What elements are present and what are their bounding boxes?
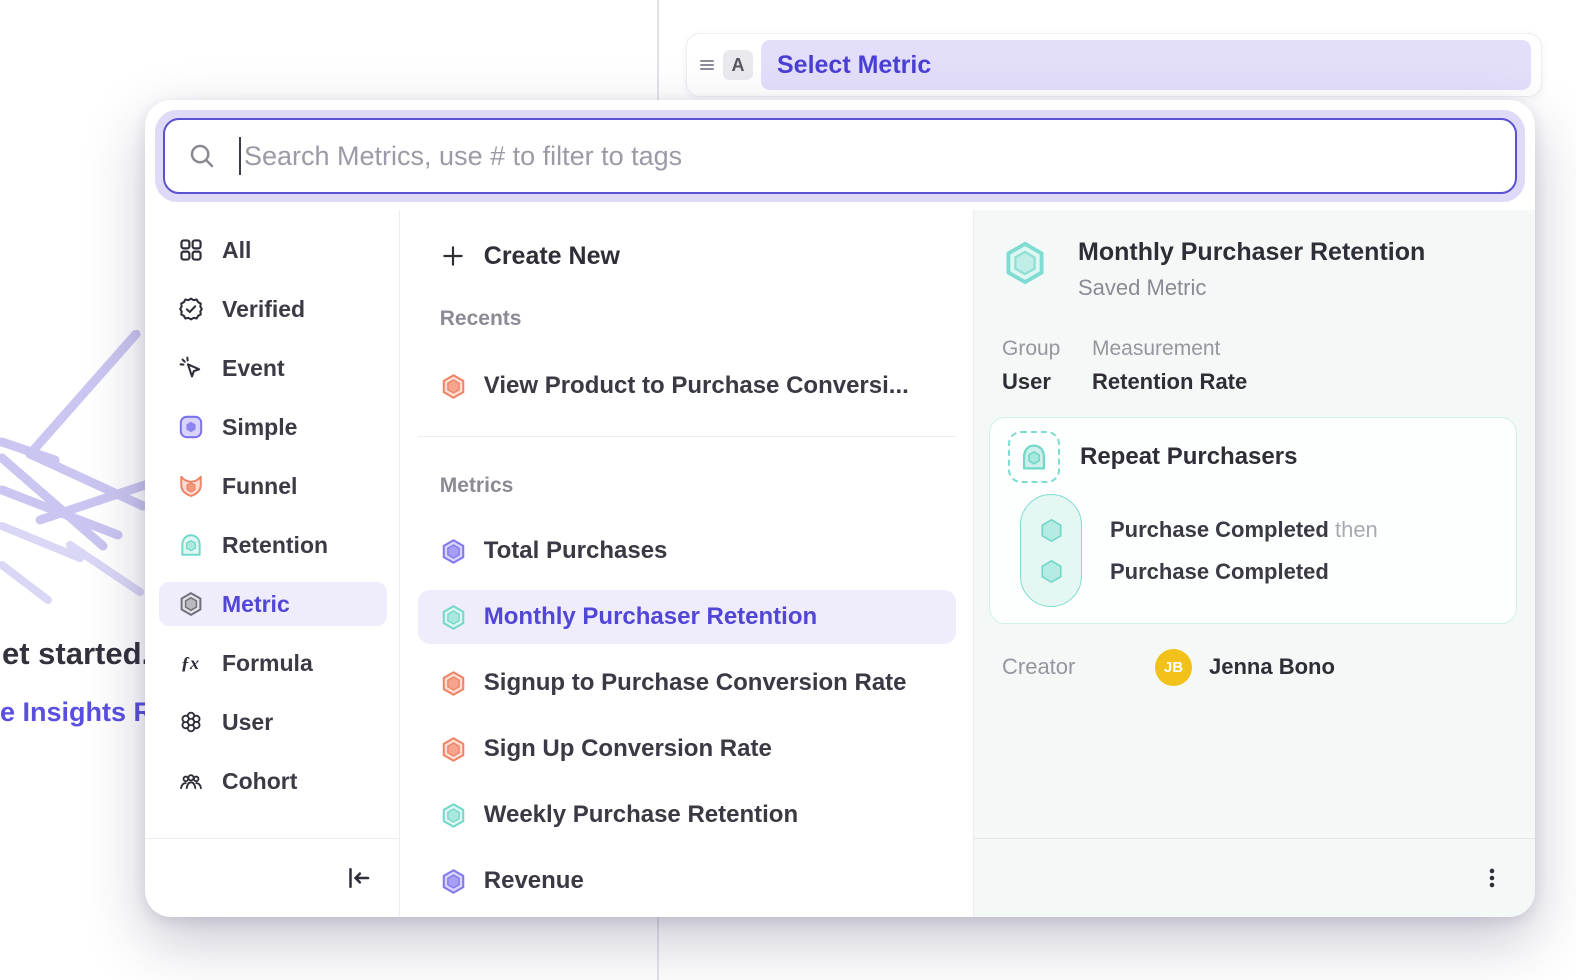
background-heading-text: et started.	[2, 636, 150, 672]
detail-metric-title: Monthly Purchaser Retention	[1078, 238, 1425, 267]
metric-picker-modal: All Verified	[145, 100, 1535, 917]
event-hexagon-icon	[1038, 558, 1065, 585]
metric-item-label: Total Purchases	[484, 537, 668, 565]
metric-item-label: Signup to Purchase Conversion Rate	[484, 669, 907, 697]
sidebar-item-metric[interactable]: Metric	[159, 582, 387, 626]
metric-item-signup-to-purchase-conversion-rate[interactable]: Signup to Purchase Conversion Rate	[400, 656, 973, 710]
sidebar-item-formula[interactable]: ƒx Formula	[159, 641, 387, 685]
metric-hexagon-orange-icon	[440, 670, 467, 697]
detail-footer	[974, 838, 1535, 917]
sidebar-item-label: User	[222, 709, 273, 736]
group-label: Group	[1002, 337, 1092, 361]
metric-list-panel: Create New Recents View Product to Purch…	[399, 210, 974, 917]
definition-card: Repeat Purchasers Purchase Completed the…	[989, 417, 1517, 624]
metric-item-label: Weekly Purchase Retention	[484, 801, 798, 829]
detail-metric-subtitle: Saved Metric	[1078, 275, 1425, 301]
list-divider	[418, 436, 955, 437]
sidebar-item-user[interactable]: User	[159, 700, 387, 744]
metric-item-total-purchases[interactable]: Total Purchases	[400, 524, 973, 578]
sidebar-item-label: Formula	[222, 650, 313, 677]
event-hexagon-icon	[1038, 517, 1065, 544]
sidebar-item-event[interactable]: Event	[159, 346, 387, 390]
sidebar-item-label: Cohort	[222, 768, 297, 795]
sidebar-item-label: Retention	[222, 532, 328, 559]
detail-header: Monthly Purchaser Retention Saved Metric	[1002, 238, 1517, 301]
metric-item-sign-up-conversion-rate[interactable]: Sign Up Conversion Rate	[400, 722, 973, 776]
event-sequence-capsule	[1020, 494, 1082, 607]
search-box[interactable]	[163, 118, 1517, 194]
user-cluster-icon	[178, 709, 204, 735]
cohort-people-icon	[178, 768, 204, 794]
sidebar-item-cohort[interactable]: Cohort	[159, 759, 387, 803]
search-focus-ring	[155, 110, 1525, 202]
metric-item-label: View Product to Purchase Conversi...	[484, 372, 909, 400]
metric-hexagon-purple-icon	[440, 538, 467, 565]
create-new-label: Create New	[484, 242, 620, 271]
creator-name: Jenna Bono	[1209, 654, 1335, 680]
detail-meta: Group User Measurement Retention Rate	[1002, 337, 1517, 395]
metric-item-monthly-purchaser-retention[interactable]: Monthly Purchaser Retention	[418, 590, 956, 644]
metric-hexagon-teal-icon	[440, 604, 467, 631]
metric-item-revenue[interactable]: Revenue	[400, 854, 973, 908]
drag-handle-icon[interactable]	[697, 55, 717, 75]
grid-icon	[178, 237, 204, 263]
svg-text:ƒx: ƒx	[181, 653, 199, 673]
collapse-panel-icon[interactable]	[343, 863, 373, 893]
plus-icon	[440, 243, 466, 269]
create-new-button[interactable]: Create New	[400, 234, 973, 278]
definition-step-2: Purchase Completed	[1110, 559, 1378, 585]
select-metric-dropdown[interactable]: Select Metric	[761, 40, 1531, 90]
sidebar-item-funnel[interactable]: Funnel	[159, 464, 387, 508]
sidebar-item-retention[interactable]: Retention	[159, 523, 387, 567]
creator-label: Creator	[1002, 654, 1142, 680]
background-link-text: e Insights Re	[0, 697, 168, 728]
metric-hexagon-purple-icon	[440, 868, 467, 895]
sidebar-item-label: Funnel	[222, 473, 297, 500]
verified-badge-icon	[178, 296, 204, 322]
sidebar-item-all[interactable]: All	[159, 228, 387, 272]
metric-block-badge: A	[723, 50, 753, 80]
recents-header: Recents	[400, 306, 973, 332]
search-input[interactable]	[244, 141, 1493, 172]
metric-item-label: Revenue	[484, 867, 584, 895]
retention-arch-icon	[178, 532, 204, 558]
cursor-spark-icon	[178, 355, 204, 381]
sidebar-item-label: Event	[222, 355, 285, 382]
group-value: User	[1002, 369, 1092, 395]
metric-hexagon-teal-icon	[440, 802, 467, 829]
metric-item-label: Sign Up Conversion Rate	[484, 735, 772, 763]
creator-row: Creator JB Jenna Bono	[1002, 648, 1517, 686]
text-caret	[239, 137, 241, 175]
filter-sidebar: All Verified	[145, 210, 399, 917]
creator-avatar: JB	[1155, 649, 1192, 686]
more-options-icon[interactable]	[1479, 865, 1505, 891]
sidebar-item-label: All	[222, 237, 251, 264]
metric-hexagon-icon	[178, 591, 204, 617]
sidebar-item-label: Simple	[222, 414, 297, 441]
metric-hexagon-orange-icon	[440, 373, 467, 400]
retention-definition-icon	[1008, 431, 1060, 483]
metric-hexagon-orange-icon	[440, 736, 467, 763]
metric-detail-panel: Monthly Purchaser Retention Saved Metric…	[974, 210, 1535, 917]
metric-block-row: A Select Metric	[686, 33, 1542, 97]
definition-name: Repeat Purchasers	[1080, 443, 1297, 471]
simple-hexagon-icon	[178, 414, 204, 440]
sidebar-item-verified[interactable]: Verified	[159, 287, 387, 331]
metric-item-weekly-purchase-retention[interactable]: Weekly Purchase Retention	[400, 788, 973, 842]
search-icon	[187, 141, 217, 171]
measurement-label: Measurement	[1092, 337, 1247, 361]
definition-step-1: Purchase Completed then	[1110, 517, 1378, 543]
metrics-header: Metrics	[400, 473, 973, 499]
measurement-value: Retention Rate	[1092, 369, 1247, 395]
recent-metric-item[interactable]: View Product to Purchase Conversi...	[400, 360, 973, 412]
sidebar-item-label: Metric	[222, 591, 290, 618]
sidebar-item-simple[interactable]: Simple	[159, 405, 387, 449]
saved-metric-hexagon-icon	[1002, 240, 1048, 286]
funnel-hexagon-icon	[178, 473, 204, 499]
sidebar-item-label: Verified	[222, 296, 305, 323]
then-connector: then	[1335, 517, 1378, 542]
sidebar-footer	[145, 838, 399, 917]
formula-fx-icon: ƒx	[178, 650, 204, 676]
metric-item-label: Monthly Purchaser Retention	[484, 603, 817, 631]
